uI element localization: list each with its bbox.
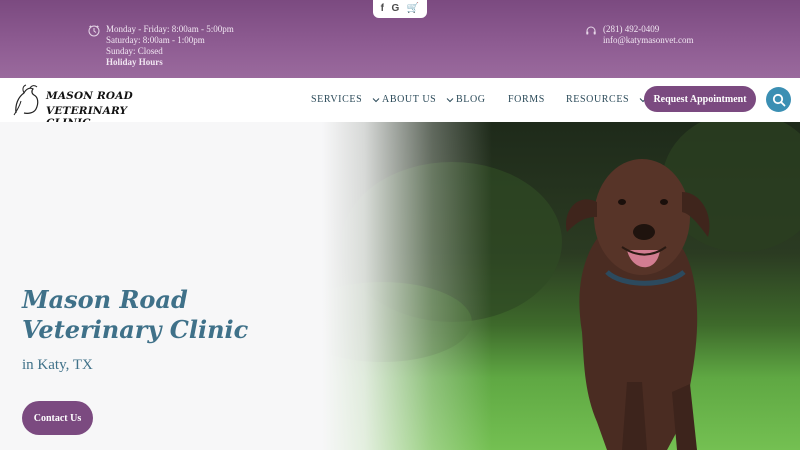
nav-about-us-label: ABOUT US — [382, 94, 437, 105]
nav-blog[interactable]: BLOG — [456, 94, 486, 105]
nav-forms-label: FORMS — [508, 94, 545, 105]
hero-title-line-1: Mason Road — [22, 285, 188, 314]
social-links: f G 🛒 — [373, 0, 427, 18]
hours-weekday: Monday - Friday: 8:00am - 5:00pm — [106, 24, 234, 34]
nav-about-us[interactable]: ABOUT US — [382, 94, 454, 105]
search-icon — [772, 93, 785, 106]
headset-icon — [586, 26, 596, 35]
holiday-hours-link[interactable]: Holiday Hours — [106, 57, 234, 68]
clock-icon — [88, 25, 100, 37]
chevron-down-icon — [447, 97, 454, 102]
nav-blog-label: BLOG — [456, 94, 486, 105]
request-appointment-button[interactable]: Request Appointment — [644, 86, 756, 112]
nav-resources-label: RESOURCES — [566, 94, 630, 105]
hero-dog-image — [322, 122, 800, 450]
contact-us-button[interactable]: Contact Us — [22, 401, 93, 435]
facebook-icon[interactable]: f — [381, 4, 384, 14]
hero-title-line-2: Veterinary Clinic — [22, 315, 249, 344]
logo-line-1: MASON ROAD — [46, 90, 133, 102]
nav-services[interactable]: SERVICES — [311, 94, 380, 105]
search-button[interactable] — [766, 87, 791, 112]
nav-services-label: SERVICES — [311, 94, 363, 105]
hours-sunday: Sunday: Closed — [106, 46, 163, 56]
top-info-bar: f G 🛒 Monday - Friday: 8:00am - 5:00pm S… — [0, 0, 800, 78]
clinic-logo[interactable]: MASON ROAD VETERINARY CLINIC — [12, 83, 172, 129]
phone-link[interactable]: (281) 492-0409 — [603, 24, 694, 35]
nav-resources[interactable]: RESOURCES — [566, 94, 647, 105]
contact-block: (281) 492-0409 info@katymasonvet.com — [585, 24, 694, 46]
main-navbar: MASON ROAD VETERINARY CLINIC SERVICES AB… — [0, 78, 800, 129]
hours-saturday: Saturday: 8:00am - 1:00pm — [106, 35, 205, 45]
cart-icon[interactable]: 🛒 — [407, 4, 419, 14]
hero-subtitle: in Katy, TX — [22, 357, 93, 373]
hours-block: Monday - Friday: 8:00am - 5:00pm Saturda… — [88, 24, 234, 68]
logo-mark-icon — [13, 84, 39, 116]
chevron-down-icon — [372, 97, 380, 102]
email-link[interactable]: info@katymasonvet.com — [603, 35, 694, 46]
nav-forms[interactable]: FORMS — [508, 94, 545, 105]
hero-section: Mason Road Veterinary Clinic in Katy, TX… — [0, 122, 800, 450]
google-icon[interactable]: G — [392, 4, 400, 14]
image-fade-overlay — [322, 122, 492, 450]
hero-title: Mason Road Veterinary Clinic — [22, 285, 248, 345]
